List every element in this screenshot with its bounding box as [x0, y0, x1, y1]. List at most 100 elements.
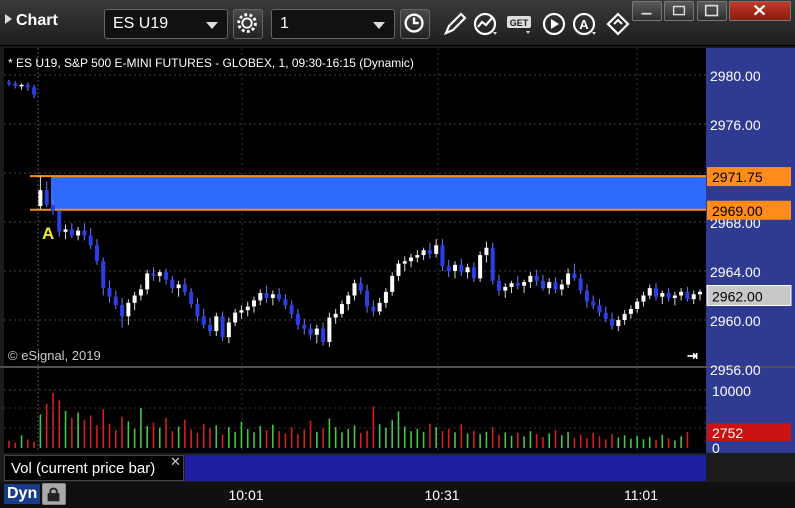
candle-body — [201, 316, 206, 325]
candle-body — [176, 284, 181, 289]
candle-body — [63, 229, 68, 232]
candle-body — [622, 313, 627, 320]
candle-body — [69, 229, 74, 236]
price-tick-label: 2964.00 — [710, 264, 761, 280]
candle-body — [302, 324, 307, 329]
last-volume-value: 2752 — [712, 425, 743, 441]
candle-body — [415, 255, 420, 258]
candle-body — [610, 318, 615, 327]
candle-body — [101, 261, 106, 289]
lock-icon[interactable] — [42, 483, 66, 505]
zone-upper-value: 2971.75 — [712, 169, 763, 185]
candle-body — [421, 250, 426, 256]
candle-body — [50, 204, 55, 211]
candle-body — [157, 272, 162, 276]
candle-body — [660, 293, 665, 297]
candle-body — [503, 286, 508, 291]
candle-body — [459, 264, 464, 273]
candle-body — [7, 82, 11, 84]
candle-body — [597, 305, 602, 313]
time-tick-label: 11:01 — [624, 487, 658, 503]
study-panel-strip — [185, 455, 706, 481]
candle-body — [107, 288, 112, 297]
candle-body — [314, 328, 319, 335]
candle-body — [308, 328, 313, 335]
price-tick-label: 2956.00 — [710, 362, 761, 378]
candle-body — [635, 301, 640, 309]
candle-body — [409, 257, 414, 262]
marker-a-label: A — [42, 224, 54, 243]
candle-body — [666, 293, 671, 298]
dynamic-mode-button[interactable]: Dyn — [4, 484, 41, 504]
volume-study-label[interactable]: Vol (current price bar) — [4, 455, 184, 481]
candle-body — [641, 295, 646, 302]
candle-body — [82, 230, 87, 236]
candle-body — [264, 293, 269, 298]
zone-lower-value: 2969.00 — [712, 203, 763, 219]
candle-body — [509, 283, 514, 287]
candle-body — [672, 295, 677, 298]
candle-body — [566, 273, 571, 285]
candle-body — [182, 284, 187, 292]
candle-body — [208, 324, 213, 332]
candle-body — [151, 273, 156, 276]
candle-body — [553, 282, 558, 290]
candle-body — [327, 317, 332, 343]
candle-body — [352, 283, 357, 296]
candle-body — [333, 313, 338, 318]
price-tick-label: 2980.00 — [710, 68, 761, 84]
candle-body — [522, 282, 527, 286]
candle-body — [402, 261, 407, 264]
candle-body — [94, 245, 99, 262]
candle-body — [698, 291, 702, 295]
candle-body — [490, 247, 495, 281]
candle-body — [295, 313, 300, 325]
candle-body — [19, 84, 24, 87]
lock-glyph-icon — [47, 487, 60, 502]
candle-body — [647, 288, 652, 296]
candle-body — [57, 210, 62, 232]
candle-body — [534, 275, 539, 281]
candle-body — [383, 291, 388, 303]
candle-body — [195, 304, 200, 317]
candle-body — [44, 190, 49, 205]
close-icon[interactable]: ✕ — [170, 454, 181, 470]
candle-body — [233, 312, 238, 323]
candle-body — [440, 245, 445, 267]
candle-body — [339, 304, 344, 314]
last-price-value: 2962.00 — [712, 289, 763, 305]
candle-body — [371, 306, 376, 312]
candle-body — [289, 305, 294, 314]
candle-body — [277, 294, 282, 300]
candle-body — [396, 263, 401, 276]
candle-body — [453, 264, 458, 271]
candle-body — [189, 291, 194, 305]
candle-body — [138, 289, 143, 296]
scroll-to-end-icon[interactable]: ⇥ — [687, 348, 698, 364]
time-axis[interactable] — [0, 482, 795, 508]
candle-body — [358, 283, 363, 291]
candle-body — [465, 267, 470, 273]
candle-body — [25, 84, 30, 88]
candle-body — [126, 302, 131, 317]
candle-body — [321, 328, 326, 343]
chart-title: * ES U19, S&P 500 E-MINI FUTURES - GLOBE… — [8, 56, 414, 70]
price-tick-label: 2976.00 — [710, 117, 761, 133]
candle-body — [427, 250, 432, 254]
candle-body — [32, 87, 37, 95]
candle-body — [38, 190, 43, 207]
time-tick-label: 10:01 — [228, 487, 264, 503]
candle-body — [515, 283, 520, 286]
candle-body — [88, 235, 93, 246]
candle-body — [76, 230, 81, 236]
candle-body — [471, 267, 476, 279]
candle-body — [496, 280, 501, 291]
candle-body — [584, 290, 589, 302]
candle-body — [132, 295, 137, 303]
candle-body — [164, 272, 169, 280]
volume-tick-label: 0 — [712, 440, 720, 456]
chart-canvas: 2980.002976.002972.002968.002964.002960.… — [4, 48, 792, 456]
candle-body — [13, 83, 18, 87]
candle-body — [283, 299, 288, 306]
candle-body — [603, 312, 608, 319]
